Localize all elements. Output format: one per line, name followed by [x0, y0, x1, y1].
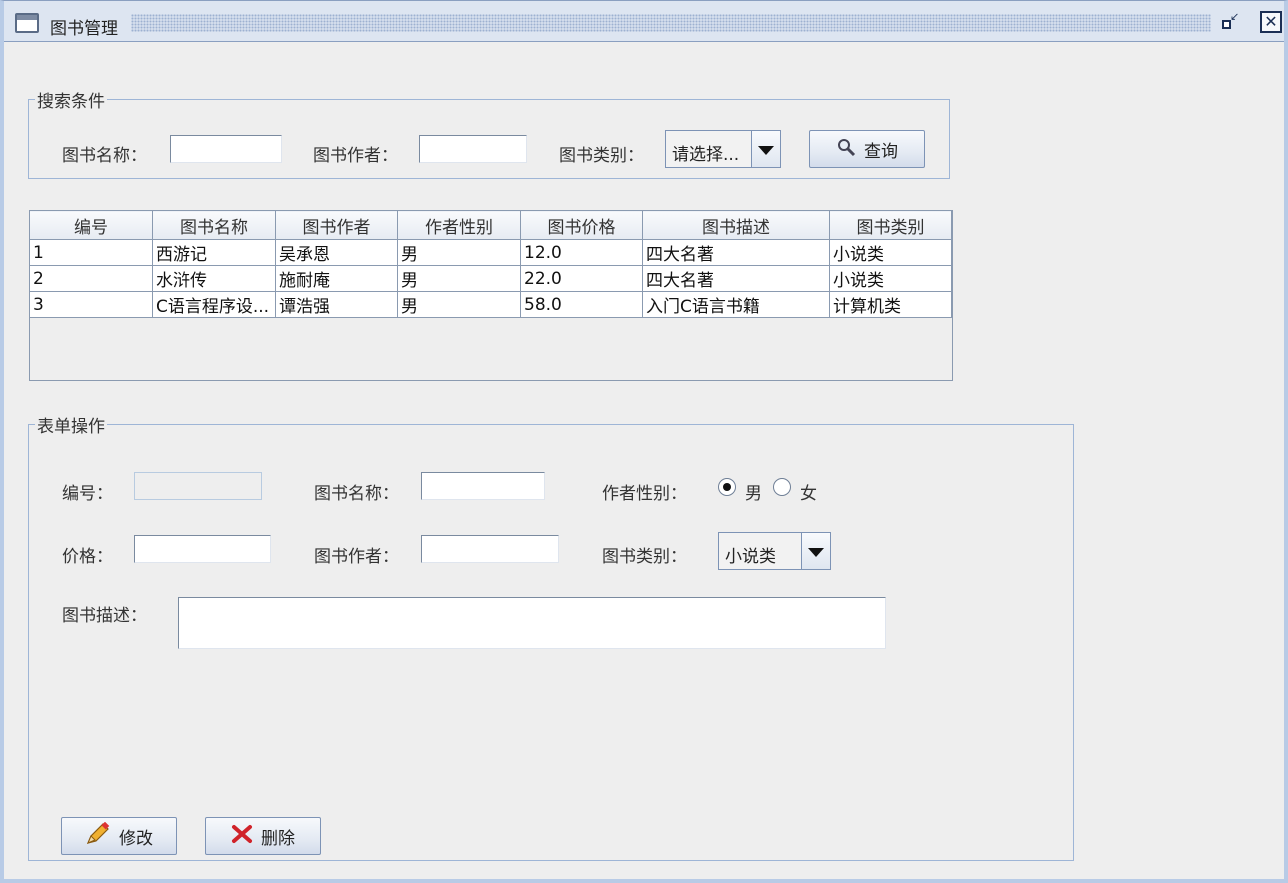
- form-author-input[interactable]: [421, 535, 559, 563]
- table-cell: 小说类: [829, 265, 952, 292]
- form-id-label: 编号：: [62, 484, 113, 504]
- search-author-label: 图书作者：: [313, 146, 398, 166]
- book-table: 编号 图书名称 图书作者 作者性别 图书价格 图书描述 图书类别 1 西游记 吴…: [29, 210, 952, 318]
- gender-female-radio[interactable]: [773, 478, 791, 496]
- form-price-label: 价格：: [62, 547, 113, 567]
- table-cell: 施耐庵: [275, 265, 398, 292]
- table-cell: 男: [397, 291, 521, 318]
- table-cell: C语言程序设...: [152, 291, 276, 318]
- table-cell: 入门C语言书籍: [642, 291, 830, 318]
- table-row[interactable]: 1 西游记 吴承恩 男 12.0 四大名著 小说类: [29, 239, 952, 266]
- form-name-label: 图书名称：: [314, 484, 399, 504]
- dropdown-arrow-icon[interactable]: [801, 533, 830, 569]
- search-type-value: 请选择...: [672, 145, 740, 165]
- search-name-label: 图书名称：: [62, 146, 147, 166]
- form-name-input[interactable]: [421, 472, 545, 500]
- table-cell: 小说类: [829, 239, 952, 266]
- table-cell: 水浒传: [152, 265, 276, 292]
- window-title: 图书管理: [50, 19, 118, 39]
- window-app-icon: [15, 13, 39, 33]
- table-cell: 1: [29, 239, 153, 266]
- table-cell: 四大名著: [642, 265, 830, 292]
- close-icon: ✕: [1264, 12, 1278, 31]
- table-cell: 谭浩强: [275, 291, 398, 318]
- table-cell: 58.0: [520, 291, 643, 318]
- table-header-row: 编号 图书名称 图书作者 作者性别 图书价格 图书描述 图书类别: [29, 210, 952, 240]
- table-cell: 计算机类: [829, 291, 952, 318]
- form-author-label: 图书作者：: [314, 547, 399, 567]
- form-gender-label: 作者性别：: [602, 484, 687, 504]
- delete-button-label: 删除: [261, 828, 295, 849]
- form-price-input[interactable]: [134, 535, 271, 563]
- column-header[interactable]: 图书价格: [520, 210, 643, 240]
- column-header[interactable]: 作者性别: [397, 210, 521, 240]
- table-cell: 西游记: [152, 239, 276, 266]
- delete-x-icon: [231, 824, 253, 849]
- table-row[interactable]: 2 水浒传 施耐庵 男 22.0 四大名著 小说类: [29, 265, 952, 292]
- app-window: 图书管理 ↙ ✕ 搜索条件 图书名称： 图书作者： 图书类别： 请选择... 查…: [0, 0, 1288, 883]
- pencil-icon: [85, 821, 111, 851]
- table-cell: 12.0: [520, 239, 643, 266]
- table-cell: 男: [397, 265, 521, 292]
- form-desc-textarea[interactable]: [178, 597, 886, 649]
- table-row[interactable]: 3 C语言程序设... 谭浩强 男 58.0 入门C语言书籍 计算机类: [29, 291, 952, 318]
- modify-button-label: 修改: [119, 828, 153, 849]
- table-cell: 吴承恩: [275, 239, 398, 266]
- table-cell: 3: [29, 291, 153, 318]
- column-header[interactable]: 图书类别: [829, 210, 952, 240]
- search-type-label: 图书类别：: [559, 146, 644, 166]
- dropdown-arrow-icon[interactable]: [751, 131, 780, 167]
- close-button[interactable]: ✕: [1260, 11, 1282, 33]
- search-icon: [836, 137, 856, 162]
- form-type-label: 图书类别：: [602, 547, 687, 567]
- form-type-value: 小说类: [725, 547, 776, 567]
- form-panel-legend: 表单操作: [37, 417, 105, 437]
- column-header[interactable]: 图书作者: [275, 210, 398, 240]
- table-cell: 22.0: [520, 265, 643, 292]
- modify-button[interactable]: 修改: [61, 817, 177, 855]
- column-header[interactable]: 编号: [29, 210, 153, 240]
- search-panel-legend: 搜索条件: [37, 92, 105, 112]
- form-desc-label: 图书描述：: [62, 606, 147, 626]
- table-cell: 2: [29, 265, 153, 292]
- title-bar-texture: [131, 14, 1211, 32]
- gender-male-radio[interactable]: [718, 478, 736, 496]
- column-header[interactable]: 图书描述: [642, 210, 830, 240]
- query-button[interactable]: 查询: [809, 130, 925, 168]
- form-id-field: [134, 472, 262, 500]
- search-type-select[interactable]: 请选择...: [665, 130, 781, 168]
- title-bar[interactable]: 图书管理 ↙ ✕: [4, 1, 1284, 42]
- table-cell: 男: [397, 239, 521, 266]
- table-cell: 四大名著: [642, 239, 830, 266]
- query-button-label: 查询: [864, 141, 898, 162]
- search-name-input[interactable]: [170, 135, 282, 163]
- form-type-select[interactable]: 小说类: [718, 532, 831, 570]
- restore-button[interactable]: ↙: [1218, 11, 1240, 33]
- delete-button[interactable]: 删除: [205, 817, 321, 855]
- column-header[interactable]: 图书名称: [152, 210, 276, 240]
- gender-female-label[interactable]: 女: [800, 479, 817, 504]
- search-author-input[interactable]: [419, 135, 527, 163]
- gender-male-label[interactable]: 男: [745, 479, 762, 504]
